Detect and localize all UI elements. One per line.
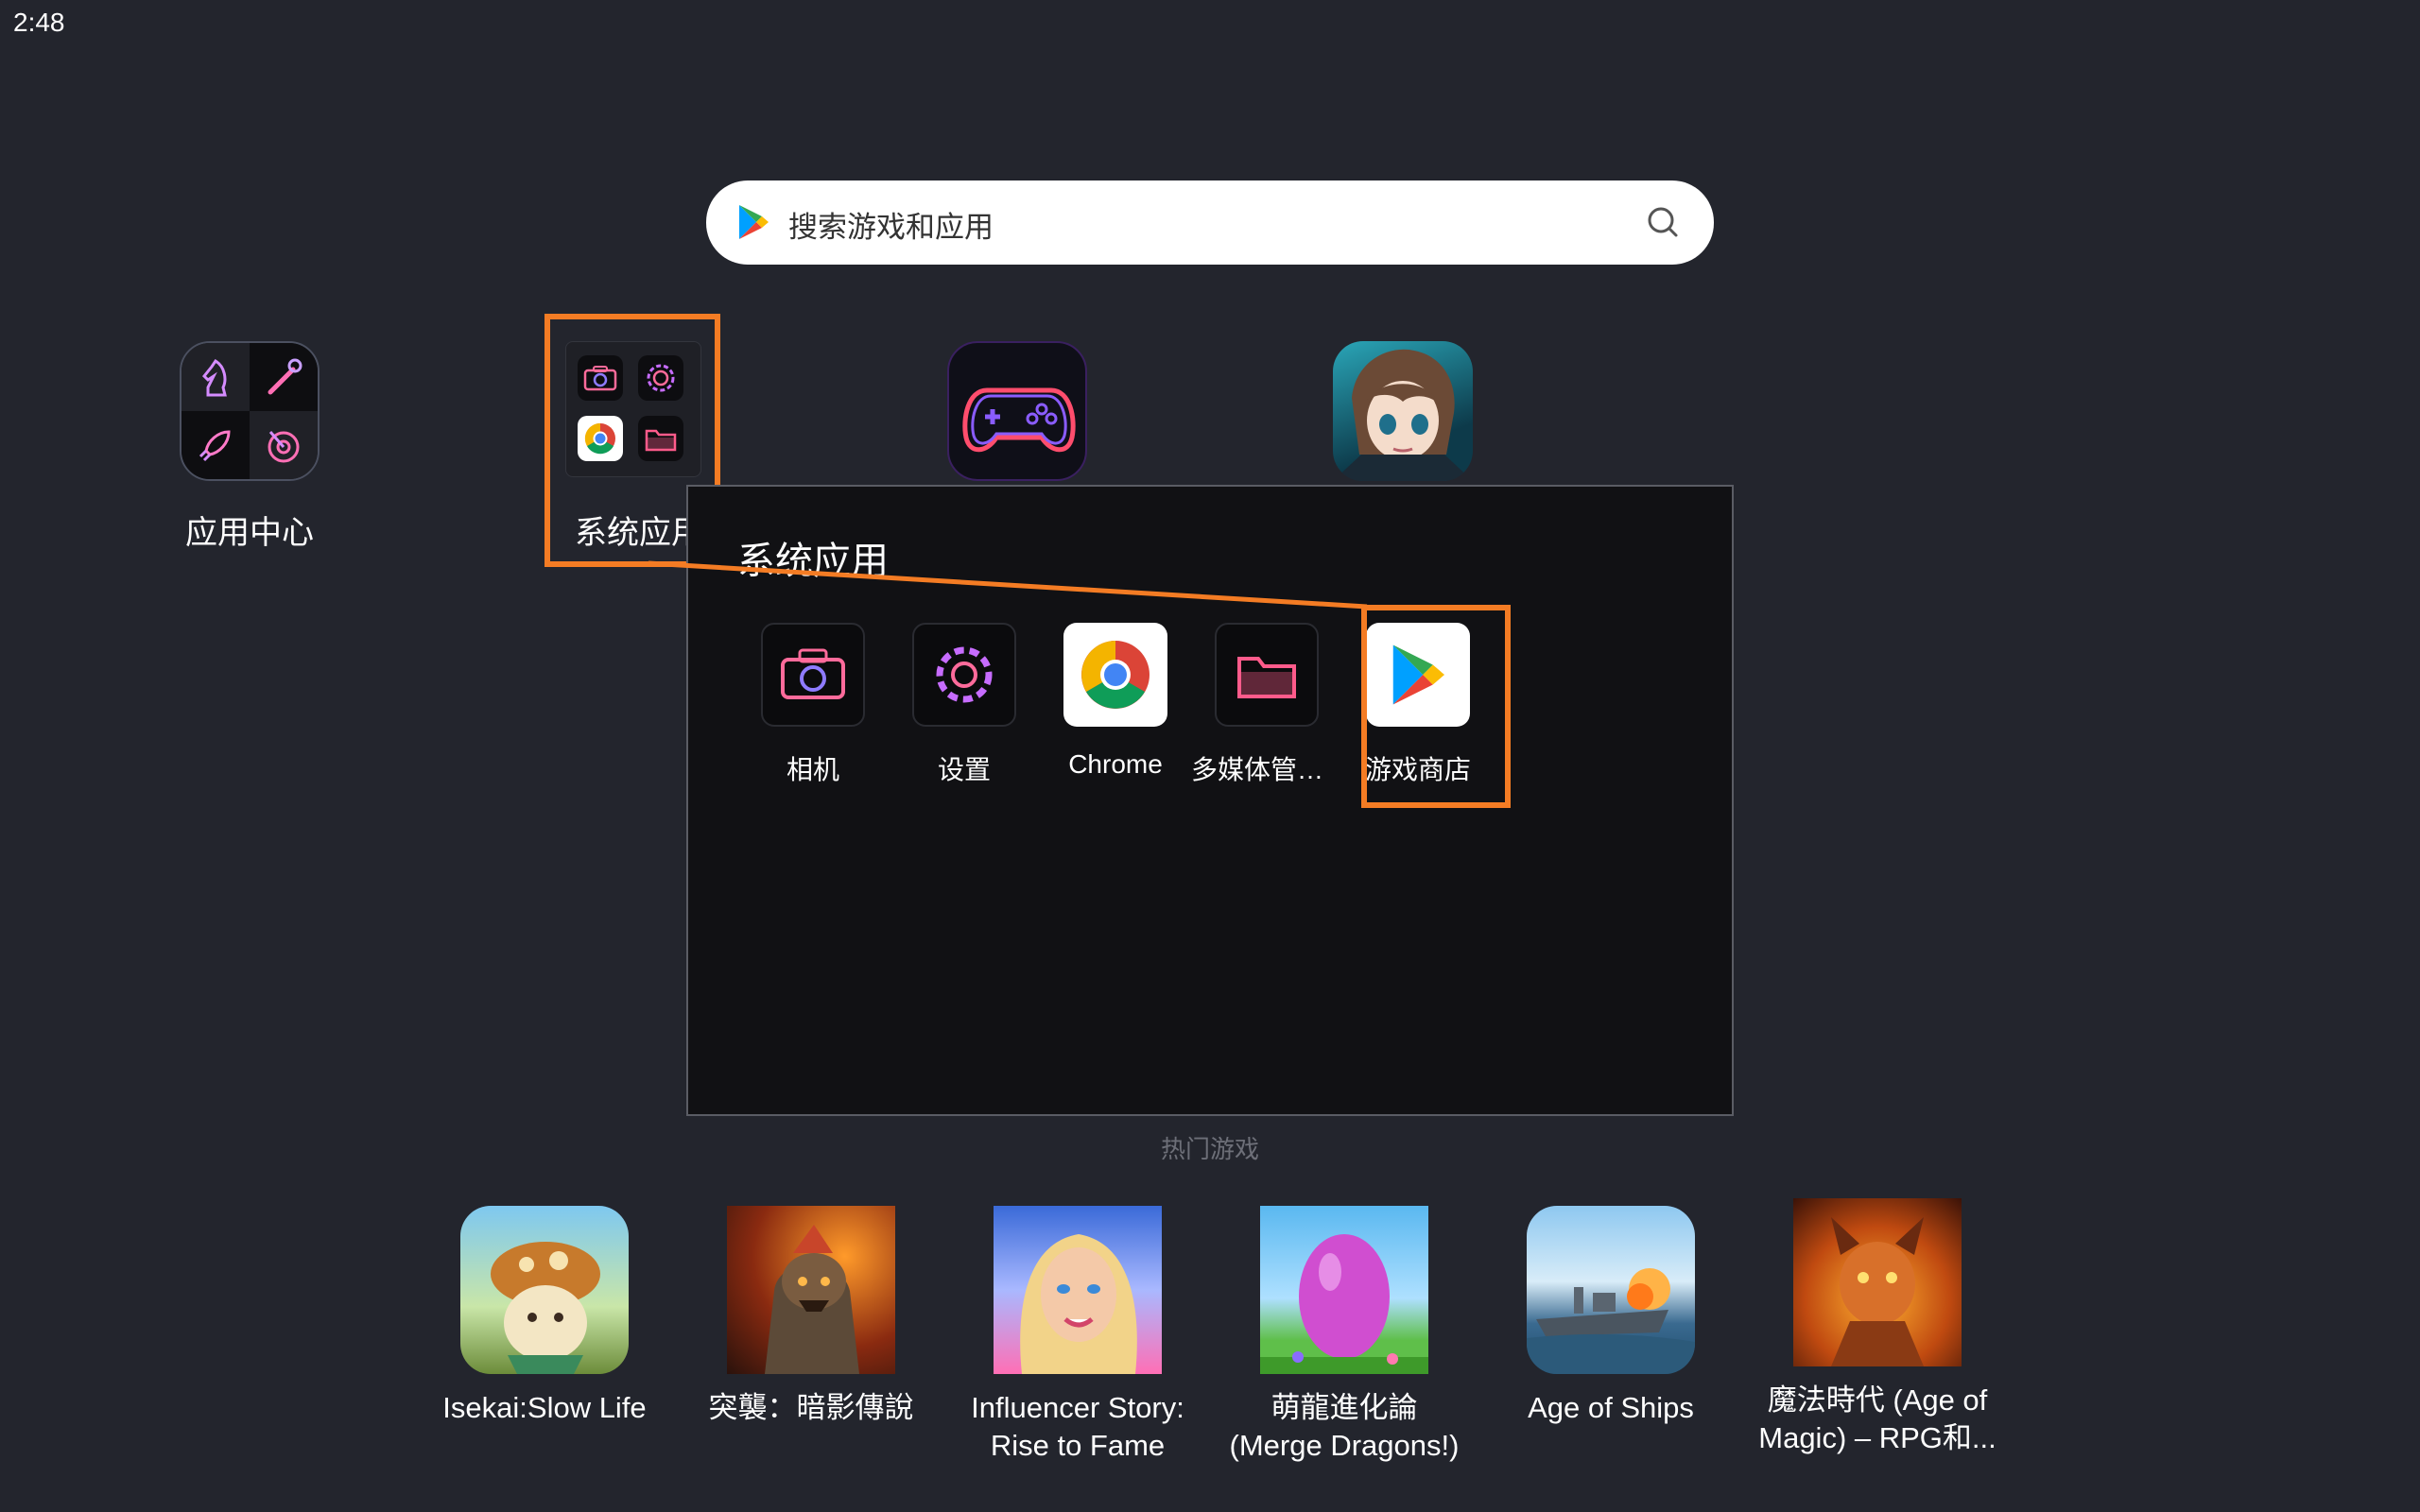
- game-thumbnail: [460, 1206, 629, 1374]
- hot-games-label: 热门游戏: [1160, 1135, 1259, 1163]
- game-thumbnail: [1260, 1206, 1428, 1374]
- game-name-line2: (Merge Dragons!): [1229, 1429, 1460, 1462]
- game-item-raid-shadow-legends[interactable]: 突襲：暗影傳說: [674, 1206, 948, 1427]
- game-item-age-of-ships[interactable]: Age of Ships: [1474, 1206, 1748, 1427]
- game-name-line2: Magic) – RPG和...: [1758, 1421, 1996, 1454]
- game-name-line2: Rise to Fame: [990, 1429, 1166, 1462]
- game-name: 突襲：暗影傳說: [708, 1391, 914, 1424]
- game-item-merge-dragons[interactable]: 萌龍進化論 (Merge Dragons!): [1207, 1206, 1481, 1465]
- game-thumbnail: [1793, 1198, 1962, 1366]
- game-thumbnail: [727, 1206, 895, 1374]
- game-item-age-of-magic[interactable]: 魔法時代 (Age of Magic) – RPG和...: [1740, 1198, 2014, 1457]
- game-name: 魔法時代 (Age of: [1767, 1383, 1988, 1417]
- game-item-influencer-story[interactable]: Influencer Story: Rise to Fame: [941, 1206, 1215, 1465]
- game-thumbnail: [994, 1206, 1162, 1374]
- game-name: Age of Ships: [1528, 1391, 1694, 1424]
- game-name: Isekai:Slow Life: [442, 1391, 647, 1424]
- game-name: Influencer Story:: [971, 1391, 1184, 1424]
- game-name: 萌龍進化論: [1270, 1391, 1418, 1424]
- game-thumbnail: [1527, 1206, 1695, 1374]
- game-item-isekai[interactable]: Isekai:Slow Life: [407, 1206, 682, 1427]
